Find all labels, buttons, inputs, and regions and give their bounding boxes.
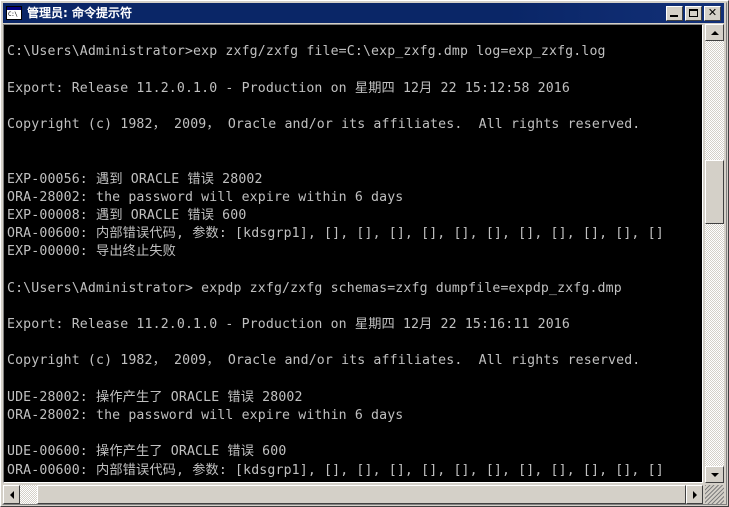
horizontal-scroll-thumb[interactable] xyxy=(37,485,686,504)
console-line: EXP-00008: 遇到 ORACLE 错误 600 xyxy=(7,207,247,223)
arrow-left-icon xyxy=(9,490,14,499)
console-line: EXP-00000: 导出终止失败 xyxy=(7,244,177,260)
cmd-icon[interactable]: C:\ xyxy=(6,6,22,20)
vertical-scroll-track[interactable] xyxy=(705,41,724,466)
vertical-scroll-thumb[interactable] xyxy=(705,160,724,224)
console-line: ORA-28002: the password will expire with… xyxy=(7,407,404,423)
arrow-right-icon xyxy=(692,490,697,499)
console-line: Export: Release 11.2.0.1.0 - Production … xyxy=(7,80,570,96)
console-line: ORA-00600: 内部错误代码, 参数: [kdsgrp1], [], []… xyxy=(7,226,664,242)
arrow-down-icon xyxy=(710,472,719,477)
window-title: 管理员: 命令提示符 xyxy=(27,6,132,20)
vertical-scrollbar[interactable] xyxy=(705,24,724,483)
minimize-button[interactable] xyxy=(666,5,683,21)
close-button[interactable]: ✕ xyxy=(704,5,721,21)
close-icon: ✕ xyxy=(707,5,718,19)
maximize-button[interactable] xyxy=(685,5,702,21)
horizontal-scrollbar[interactable] xyxy=(3,485,703,504)
console-output-area[interactable]: C:\Users\Administrator>exp zxfg/zxfg fil… xyxy=(3,24,703,483)
console-line: UDE-28002: 操作产生了 ORACLE 错误 28002 xyxy=(7,389,303,405)
console-line: ORA-00600: 内部错误代码, 参数: [kdsgrp1], [], []… xyxy=(7,462,664,478)
command-prompt-window: C:\ 管理员: 命令提示符 ✕ C:\Users\Administrator>… xyxy=(0,0,729,507)
console-line: C:\Users\Administrator>exp zxfg/zxfg fil… xyxy=(7,44,606,60)
console-line: EXP-00056: 遇到 ORACLE 错误 28002 xyxy=(7,171,263,187)
cmd-icon-label: C:\ xyxy=(8,11,18,18)
console-line: Export: Release 11.2.0.1.0 - Production … xyxy=(7,317,570,332)
scroll-down-button[interactable] xyxy=(705,466,724,483)
arrow-up-icon xyxy=(710,30,719,35)
scroll-up-button[interactable] xyxy=(705,24,724,41)
console-frame: C:\Users\Administrator>exp zxfg/zxfg fil… xyxy=(3,24,724,505)
scroll-left-button[interactable] xyxy=(3,485,20,504)
console-line: Copyright (c) 1982， 2009， Oracle and/or … xyxy=(7,353,641,369)
console-text: C:\Users\Administrator>exp zxfg/zxfg fil… xyxy=(7,25,664,482)
titlebar[interactable]: C:\ 管理员: 命令提示符 ✕ xyxy=(3,3,724,23)
console-line: ORA-28002: the password will expire with… xyxy=(7,189,404,205)
window-controls: ✕ xyxy=(666,5,721,21)
horizontal-scroll-track[interactable] xyxy=(20,485,686,504)
console-line: C:\Users\Administrator> expdp zxfg/zxfg … xyxy=(7,280,622,296)
console-line: UDE-00600: 操作产生了 ORACLE 错误 600 xyxy=(7,444,287,460)
console-line: Copyright (c) 1982， 2009， Oracle and/or … xyxy=(7,116,641,132)
resize-grip[interactable] xyxy=(705,485,724,504)
scroll-right-button[interactable] xyxy=(686,485,703,504)
